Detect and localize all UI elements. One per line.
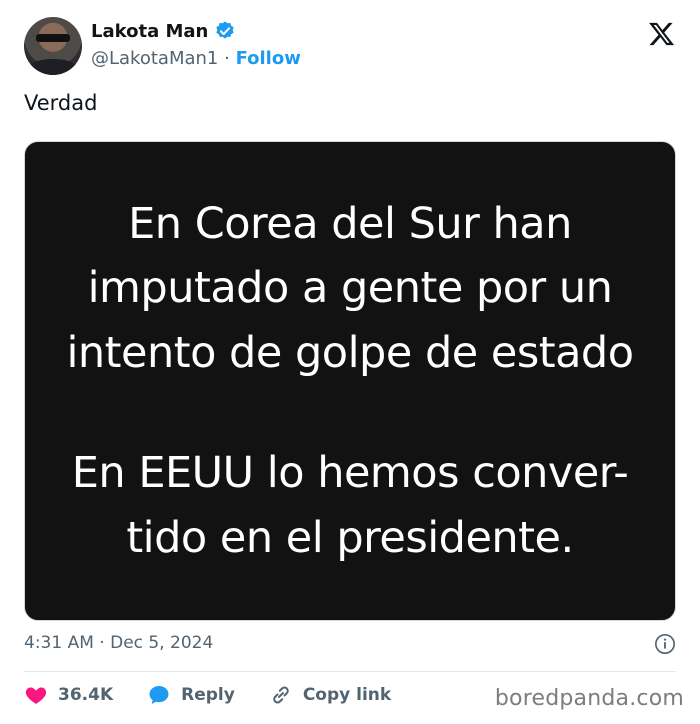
follow-button[interactable]: Follow (236, 48, 301, 69)
avatar-glasses (36, 34, 70, 42)
watermark: boredpanda.com (494, 686, 684, 711)
x-logo-icon[interactable] (648, 20, 676, 48)
reply-button[interactable]: Reply (147, 683, 235, 707)
tweet-date: Dec 5, 2024 (110, 633, 214, 653)
action-bar: 36.4K Reply Copy link (24, 683, 391, 707)
copy-link-button[interactable]: Copy link (269, 683, 391, 707)
like-count: 36.4K (58, 685, 114, 705)
avatar-shirt (28, 59, 78, 75)
reply-bubble-icon (149, 686, 169, 704)
image-text-paragraph-2: En EEUU lo hemos conver- tido en el pres… (71, 448, 629, 563)
reply-label: Reply (181, 685, 235, 705)
heart-icon (25, 687, 47, 704)
like-button[interactable]: 36.4K (24, 683, 113, 707)
copy-link-label: Copy link (302, 685, 392, 705)
verified-badge-icon (216, 21, 235, 39)
avatar[interactable] (24, 17, 82, 75)
tweet-time: 4:31 AM (24, 633, 94, 653)
author-name[interactable]: Lakota Man (91, 21, 208, 42)
info-icon[interactable] (654, 633, 676, 655)
divider (24, 671, 676, 672)
link-icon (273, 686, 289, 704)
handle-separator: · (224, 48, 230, 69)
tweet-timestamp[interactable]: 4:31 AM · Dec 5, 2024 (24, 633, 213, 653)
handle-row: @LakotaMan1 · Follow (91, 48, 301, 69)
tweet-image[interactable]: En Corea del Sur han imputado a gente po… (24, 141, 676, 621)
image-text-paragraph-1: En Corea del Sur han imputado a gente po… (66, 198, 634, 378)
timestamp-separator: · (99, 633, 105, 653)
author-handle[interactable]: @LakotaMan1 (91, 48, 218, 69)
author-name-row: Lakota Man (91, 20, 236, 42)
tweet-text: Verdad (24, 91, 98, 115)
